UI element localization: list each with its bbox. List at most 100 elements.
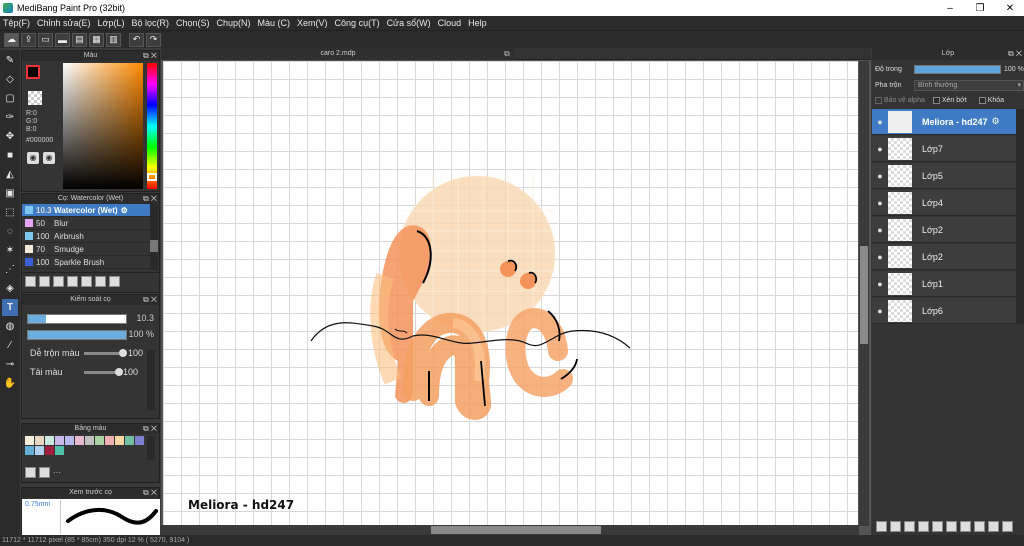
layer-item[interactable]: ● Lớp1	[872, 271, 1016, 297]
foreground-color-swatch[interactable]	[26, 65, 40, 79]
brush-opacity-slider[interactable]	[27, 330, 127, 340]
maximize-button[interactable]: ❐	[966, 0, 994, 16]
panel-close-icon[interactable]: ⧉ ✕	[143, 295, 157, 305]
brush-item[interactable]: 50 Blur	[22, 217, 150, 230]
hue-slider[interactable]	[147, 63, 157, 189]
magic-wand-icon[interactable]: ✶	[2, 242, 18, 259]
pen-tool-icon[interactable]: ✑	[2, 109, 18, 126]
layer-opacity-slider[interactable]	[914, 65, 1001, 74]
color-swatch[interactable]	[55, 436, 64, 445]
edit-brush-icon[interactable]	[67, 276, 78, 287]
brush-control-scrollbar[interactable]	[147, 350, 155, 410]
panel-close-icon[interactable]: ⧉ ✕	[1008, 48, 1022, 60]
layer-item[interactable]: ● Lớp4	[872, 190, 1016, 216]
panel-icon[interactable]: ▥	[106, 32, 121, 47]
layer-item[interactable]: ● Lớp6	[872, 298, 1016, 324]
delete-swatch-icon[interactable]	[39, 467, 50, 478]
brush-list-scrollbar[interactable]	[150, 204, 158, 270]
layer-blend-select[interactable]: Bình thường ▾	[914, 80, 1024, 91]
merge-down-icon[interactable]	[974, 521, 985, 532]
grid-icon[interactable]: ▦	[89, 32, 104, 47]
blend-slider[interactable]	[84, 349, 127, 357]
brush-opacity-value[interactable]: 100 %	[125, 329, 154, 339]
color-swatch[interactable]	[95, 436, 104, 445]
clipping-checkbox[interactable]	[932, 97, 940, 104]
menu-snap[interactable]: Chụp(N)	[217, 18, 251, 28]
visibility-eye-icon[interactable]: ●	[872, 144, 888, 154]
panel-close-icon[interactable]: ⧉ ✕	[143, 488, 157, 498]
layer-properties-icon[interactable]	[988, 521, 999, 532]
eraser-tool-icon[interactable]: ◇	[2, 71, 18, 88]
trash-icon[interactable]	[1002, 521, 1013, 532]
color-swatch[interactable]	[65, 436, 74, 445]
select-eraser-icon[interactable]: ◈	[2, 280, 18, 297]
layer-item[interactable]: ● Lớp2	[872, 244, 1016, 270]
menu-help[interactable]: Help	[468, 18, 487, 28]
color-swatch[interactable]	[115, 436, 124, 445]
hue-slider-handle[interactable]	[147, 173, 157, 181]
color-swatch[interactable]	[25, 436, 34, 445]
color-swatch[interactable]	[55, 446, 64, 455]
new-1bit-layer-icon[interactable]	[918, 521, 929, 532]
brush-item[interactable]: 100 Airbrush	[22, 230, 150, 243]
minimize-button[interactable]: –	[936, 0, 964, 16]
color-swatch[interactable]	[85, 436, 94, 445]
brush-size-value[interactable]: 10.3	[130, 313, 154, 323]
new-8bit-layer-icon[interactable]	[904, 521, 915, 532]
menu-view[interactable]: Xem(V)	[297, 18, 328, 28]
transparent-color-swatch[interactable]	[28, 91, 42, 105]
canvas-vertical-scrollbar[interactable]	[859, 61, 869, 526]
color-swatch[interactable]	[125, 436, 134, 445]
visibility-eye-icon[interactable]: ●	[872, 225, 888, 235]
add-layer-menu-icon[interactable]	[932, 521, 943, 532]
select-pen-icon[interactable]: ⋰	[2, 261, 18, 278]
menu-color[interactable]: Màu (C)	[258, 18, 291, 28]
comment-icon[interactable]: ▭	[38, 32, 53, 47]
page-icon[interactable]: ▤	[72, 32, 87, 47]
speech-bubble-icon[interactable]: ▬	[55, 32, 70, 47]
close-button[interactable]: ✕	[996, 0, 1024, 16]
gear-icon[interactable]: ⚙	[992, 116, 1000, 127]
menu-window[interactable]: Cửa sổ(W)	[387, 18, 431, 28]
menu-file[interactable]: Tệp(F)	[3, 18, 30, 28]
gear-icon[interactable]: ⚙	[121, 206, 128, 215]
swatch-more-button[interactable]: ···	[53, 468, 61, 477]
visibility-eye-icon[interactable]: ●	[872, 117, 888, 127]
cloud-brush-icon[interactable]	[25, 276, 36, 287]
copy-brush-icon[interactable]	[53, 276, 64, 287]
cloud-icon[interactable]: ☁	[4, 32, 19, 47]
brush-item[interactable]: 10.3 Watercolor (Wet) ⚙	[22, 204, 150, 217]
color-palette-icon[interactable]: ◉	[43, 152, 55, 164]
canvas-horizontal-scrollbar[interactable]	[161, 525, 859, 535]
menu-tools[interactable]: Công cụ(T)	[335, 18, 380, 28]
folder-icon[interactable]	[946, 521, 957, 532]
shape-tool-icon[interactable]: ■	[2, 147, 18, 164]
undo-icon[interactable]: ↶	[129, 32, 144, 47]
add-swatch-icon[interactable]	[25, 467, 36, 478]
menu-filter[interactable]: Bộ lọc(R)	[131, 18, 169, 28]
color-swatch[interactable]	[45, 446, 54, 455]
layer-item[interactable]: ● Lớp5	[872, 163, 1016, 189]
lasso-tool-icon[interactable]: ◌	[2, 223, 18, 240]
move-tool-icon[interactable]: ✥	[2, 128, 18, 145]
brush-size-slider[interactable]	[27, 314, 127, 324]
hand-tool-icon[interactable]: ✋	[2, 375, 18, 392]
dot-tool-icon[interactable]: ▢	[2, 90, 18, 107]
visibility-eye-icon[interactable]: ●	[872, 279, 888, 289]
duplicate-icon[interactable]	[95, 276, 106, 287]
document-tab[interactable]: caro 2.mdp	[161, 48, 515, 60]
upload-icon[interactable]: ⇪	[21, 32, 36, 47]
tab-detach-icon[interactable]: ⧉	[504, 49, 510, 59]
menu-layer[interactable]: Lớp(L)	[98, 18, 125, 28]
folder-icon[interactable]	[81, 276, 92, 287]
text-tool-icon[interactable]: T	[2, 299, 18, 316]
protect-alpha-checkbox[interactable]	[875, 97, 882, 104]
visibility-eye-icon[interactable]: ●	[872, 198, 888, 208]
color-swatch[interactable]	[75, 436, 84, 445]
color-swatch[interactable]	[35, 446, 44, 455]
visibility-eye-icon[interactable]: ●	[872, 306, 888, 316]
vertical-scroll-thumb[interactable]	[860, 246, 868, 344]
panel-close-icon[interactable]: ⧉ ✕	[143, 424, 157, 434]
new-halftone-layer-icon[interactable]	[890, 521, 901, 532]
drawing-canvas[interactable]: Meliora - hd247	[163, 61, 858, 526]
